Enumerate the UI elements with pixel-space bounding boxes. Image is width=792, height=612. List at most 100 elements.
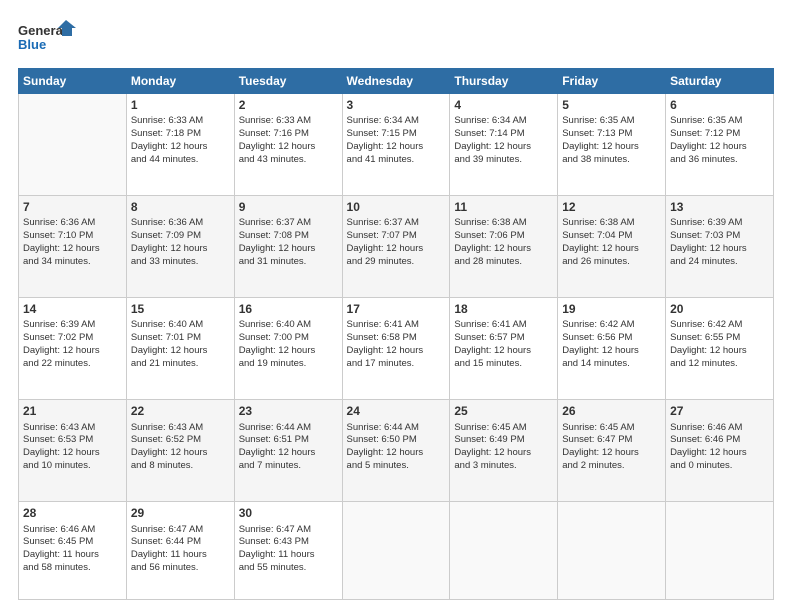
day-info-line: and 33 minutes. xyxy=(131,256,230,269)
day-info-line: Daylight: 12 hours xyxy=(347,345,446,358)
day-info-line: Sunrise: 6:38 AM xyxy=(562,217,661,230)
day-info-line: and 7 minutes. xyxy=(239,460,338,473)
day-info-line: and 24 minutes. xyxy=(670,256,769,269)
day-info-line: Daylight: 12 hours xyxy=(454,447,553,460)
day-info-line: Sunrise: 6:45 AM xyxy=(562,422,661,435)
day-info-line: Sunrise: 6:37 AM xyxy=(347,217,446,230)
calendar-cell: 17Sunrise: 6:41 AMSunset: 6:58 PMDayligh… xyxy=(342,298,450,400)
calendar-cell xyxy=(450,502,558,600)
day-number: 21 xyxy=(23,403,122,419)
day-info-line: and 26 minutes. xyxy=(562,256,661,269)
day-info-line: Daylight: 12 hours xyxy=(239,447,338,460)
day-info-line: Sunset: 6:58 PM xyxy=(347,332,446,345)
weekday-header-sunday: Sunday xyxy=(19,69,127,94)
day-info-line: Sunset: 7:09 PM xyxy=(131,230,230,243)
day-info-line: Daylight: 12 hours xyxy=(562,447,661,460)
day-info-line: Sunset: 7:08 PM xyxy=(239,230,338,243)
day-info-line: Sunrise: 6:41 AM xyxy=(454,319,553,332)
week-row-3: 14Sunrise: 6:39 AMSunset: 7:02 PMDayligh… xyxy=(19,298,774,400)
calendar-cell: 2Sunrise: 6:33 AMSunset: 7:16 PMDaylight… xyxy=(234,94,342,196)
day-info-line: Sunset: 7:01 PM xyxy=(131,332,230,345)
day-info-line: Sunrise: 6:44 AM xyxy=(239,422,338,435)
day-info-line: and 36 minutes. xyxy=(670,154,769,167)
day-info-line: Daylight: 12 hours xyxy=(670,243,769,256)
day-info-line: Sunrise: 6:36 AM xyxy=(131,217,230,230)
day-info-line: Sunset: 6:50 PM xyxy=(347,434,446,447)
day-info-line: Sunrise: 6:42 AM xyxy=(562,319,661,332)
day-number: 19 xyxy=(562,301,661,317)
day-info-line: Sunset: 6:57 PM xyxy=(454,332,553,345)
day-info-line: and 29 minutes. xyxy=(347,256,446,269)
day-info-line: and 28 minutes. xyxy=(454,256,553,269)
day-info-line: Sunset: 6:43 PM xyxy=(239,536,338,549)
day-info-line: Sunset: 7:12 PM xyxy=(670,128,769,141)
day-info-line: Sunset: 6:56 PM xyxy=(562,332,661,345)
weekday-header-friday: Friday xyxy=(558,69,666,94)
day-info-line: Sunset: 7:00 PM xyxy=(239,332,338,345)
logo: GeneralBlue xyxy=(18,18,78,58)
calendar-cell: 3Sunrise: 6:34 AMSunset: 7:15 PMDaylight… xyxy=(342,94,450,196)
day-info-line: Daylight: 12 hours xyxy=(347,447,446,460)
svg-text:General: General xyxy=(18,23,66,38)
day-info-line: Daylight: 12 hours xyxy=(454,345,553,358)
calendar-cell: 25Sunrise: 6:45 AMSunset: 6:49 PMDayligh… xyxy=(450,400,558,502)
day-info-line: Sunset: 6:52 PM xyxy=(131,434,230,447)
day-info-line: and 8 minutes. xyxy=(131,460,230,473)
day-info-line: Sunrise: 6:36 AM xyxy=(23,217,122,230)
day-number: 15 xyxy=(131,301,230,317)
day-info-line: Sunset: 6:46 PM xyxy=(670,434,769,447)
day-number: 2 xyxy=(239,97,338,113)
day-info-line: and 55 minutes. xyxy=(239,562,338,575)
day-info-line: and 5 minutes. xyxy=(347,460,446,473)
day-info-line: Sunset: 7:14 PM xyxy=(454,128,553,141)
day-info-line: Daylight: 12 hours xyxy=(347,141,446,154)
day-info-line: Sunrise: 6:35 AM xyxy=(562,115,661,128)
week-row-1: 1Sunrise: 6:33 AMSunset: 7:18 PMDaylight… xyxy=(19,94,774,196)
day-info-line: Daylight: 12 hours xyxy=(670,141,769,154)
day-info-line: Sunrise: 6:35 AM xyxy=(670,115,769,128)
day-info-line: Daylight: 11 hours xyxy=(239,549,338,562)
day-number: 25 xyxy=(454,403,553,419)
weekday-header-monday: Monday xyxy=(126,69,234,94)
calendar-cell: 26Sunrise: 6:45 AMSunset: 6:47 PMDayligh… xyxy=(558,400,666,502)
day-info-line: Sunrise: 6:42 AM xyxy=(670,319,769,332)
day-info-line: Daylight: 12 hours xyxy=(454,141,553,154)
day-info-line: and 14 minutes. xyxy=(562,358,661,371)
day-number: 9 xyxy=(239,199,338,215)
day-number: 6 xyxy=(670,97,769,113)
calendar-cell: 1Sunrise: 6:33 AMSunset: 7:18 PMDaylight… xyxy=(126,94,234,196)
calendar-cell xyxy=(19,94,127,196)
calendar-cell: 30Sunrise: 6:47 AMSunset: 6:43 PMDayligh… xyxy=(234,502,342,600)
calendar-cell: 28Sunrise: 6:46 AMSunset: 6:45 PMDayligh… xyxy=(19,502,127,600)
day-info-line: and 22 minutes. xyxy=(23,358,122,371)
svg-text:Blue: Blue xyxy=(18,37,46,52)
day-number: 22 xyxy=(131,403,230,419)
day-info-line: Daylight: 12 hours xyxy=(131,345,230,358)
weekday-header-row: SundayMondayTuesdayWednesdayThursdayFrid… xyxy=(19,69,774,94)
day-info-line: Daylight: 12 hours xyxy=(670,447,769,460)
day-info-line: and 39 minutes. xyxy=(454,154,553,167)
day-number: 4 xyxy=(454,97,553,113)
day-info-line: Daylight: 12 hours xyxy=(131,243,230,256)
day-number: 3 xyxy=(347,97,446,113)
day-number: 14 xyxy=(23,301,122,317)
day-info-line: and 38 minutes. xyxy=(562,154,661,167)
day-number: 12 xyxy=(562,199,661,215)
day-info-line: Sunset: 7:03 PM xyxy=(670,230,769,243)
day-info-line: Sunrise: 6:38 AM xyxy=(454,217,553,230)
day-info-line: and 2 minutes. xyxy=(562,460,661,473)
day-number: 13 xyxy=(670,199,769,215)
day-info-line: Sunrise: 6:40 AM xyxy=(239,319,338,332)
day-info-line: Daylight: 12 hours xyxy=(23,243,122,256)
day-info-line: and 56 minutes. xyxy=(131,562,230,575)
logo-svg: GeneralBlue xyxy=(18,18,78,58)
day-info-line: and 41 minutes. xyxy=(347,154,446,167)
day-number: 18 xyxy=(454,301,553,317)
calendar-cell: 22Sunrise: 6:43 AMSunset: 6:52 PMDayligh… xyxy=(126,400,234,502)
day-number: 17 xyxy=(347,301,446,317)
day-info-line: Sunset: 7:10 PM xyxy=(23,230,122,243)
weekday-header-wednesday: Wednesday xyxy=(342,69,450,94)
calendar-cell: 21Sunrise: 6:43 AMSunset: 6:53 PMDayligh… xyxy=(19,400,127,502)
day-info-line: and 43 minutes. xyxy=(239,154,338,167)
day-info-line: Sunset: 7:04 PM xyxy=(562,230,661,243)
